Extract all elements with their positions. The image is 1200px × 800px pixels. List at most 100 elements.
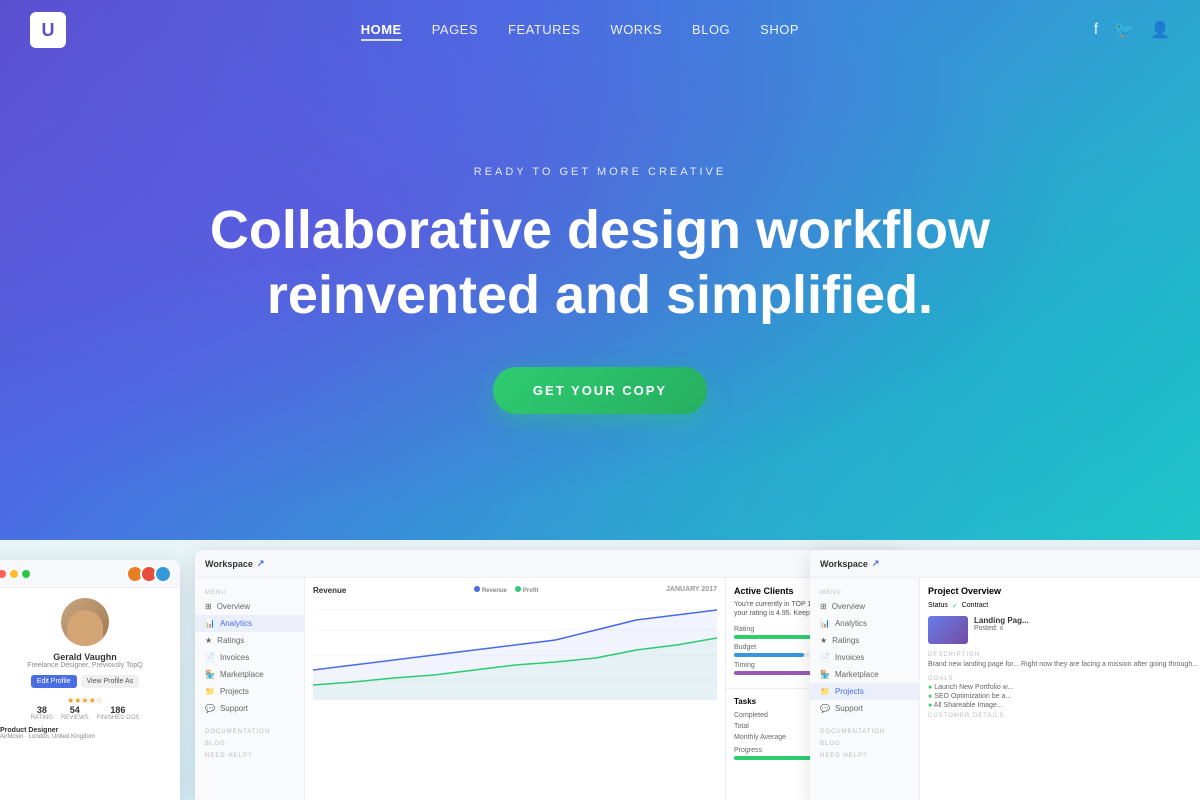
revenue-svg: [313, 600, 717, 700]
chart-title-text: Revenue: [313, 586, 346, 598]
nav-pages[interactable]: PAGES: [432, 22, 478, 37]
customer-details-label: CUSTOMER DETAILS: [928, 713, 1200, 719]
right-marketplace[interactable]: 🏪 Marketplace: [810, 666, 919, 683]
right-marketplace-label: Marketplace: [835, 670, 879, 679]
ws-ratings[interactable]: ★ Ratings: [195, 632, 304, 649]
project-overview-panel: Project Overview Status ✓ Contract Landi…: [920, 578, 1200, 800]
nav-shop[interactable]: SHOP: [760, 22, 799, 37]
ws-support[interactable]: 💬 Support: [195, 700, 304, 717]
profit-legend: Profit: [515, 586, 539, 594]
nav-social-icons: f 🐦 👤: [1094, 20, 1170, 40]
hero-title: Collaborative design workflow reinvented…: [210, 198, 990, 328]
help-section-label: NEED HELP?: [195, 749, 304, 761]
stat-finished: 186 FINISHED DOS: [97, 705, 140, 721]
description-label: DESCRIPTION: [928, 652, 1200, 658]
profile-title: Freelance Designer, Previously TopQ: [27, 662, 142, 669]
avatar: [61, 598, 109, 646]
analytics-icon: 📊: [205, 619, 215, 628]
overview-icon: ⊞: [205, 602, 212, 611]
chart-title: Revenue Revenue Profit JANUARY 2017: [313, 586, 717, 598]
stat-reviews: 54 REVIEWS: [61, 705, 89, 721]
right-menu-label: MENU: [810, 586, 919, 598]
right-workspace-title: Workspace: [820, 559, 868, 569]
nav-works[interactable]: WORKS: [610, 22, 662, 37]
hero-title-line1: Collaborative design workflow: [210, 200, 990, 260]
right-support-icon: 💬: [820, 704, 830, 713]
right-analytics[interactable]: 📊 Analytics: [810, 615, 919, 632]
analytics-header: Workspace ↗: [195, 550, 905, 578]
minimize-dot: [10, 570, 18, 578]
avatar-group: [130, 565, 172, 583]
right-projects[interactable]: 📁 Projects: [810, 683, 919, 700]
ws-overview-label: Overview: [217, 602, 250, 611]
ws-ratings-label: Ratings: [217, 636, 244, 645]
hero-eyebrow: READY TO GET MORE CREATIVE: [210, 166, 990, 178]
user-circle-icon[interactable]: 👤: [1150, 20, 1170, 40]
revenue-legend: Revenue: [474, 586, 507, 594]
analytics-header-title: Workspace: [205, 559, 253, 569]
right-support[interactable]: 💬 Support: [810, 700, 919, 717]
facebook-icon[interactable]: f: [1094, 21, 1098, 39]
mini-avatar-3: [154, 565, 172, 583]
hero-content: READY TO GET MORE CREATIVE Collaborative…: [210, 166, 990, 415]
ws-invoices[interactable]: 📄 Invoices: [195, 649, 304, 666]
ratings-icon: ★: [205, 636, 212, 645]
project-posted: Posted: x: [974, 625, 1003, 632]
ws-marketplace[interactable]: 🏪 Marketplace: [195, 666, 304, 683]
profile-stats: 38 RATING 54 REVIEWS 186 FINISHED DOS: [31, 705, 140, 721]
budget-bar-fill: [734, 653, 804, 657]
right-ratings[interactable]: ★ Ratings: [810, 632, 919, 649]
right-blog-label: BLOG: [810, 737, 919, 749]
goal-2: ● SEO Optimization be a...: [928, 693, 1200, 700]
ws-overview[interactable]: ⊞ Overview: [195, 598, 304, 615]
profile-card-header: [0, 560, 180, 588]
right-ratings-icon: ★: [820, 636, 827, 645]
right-ratings-label: Ratings: [832, 636, 859, 645]
project-status-row: Status ✓ Contract: [928, 602, 1200, 610]
twitter-icon[interactable]: 🐦: [1114, 20, 1134, 40]
right-workspace-header: Workspace ↗: [810, 550, 1200, 578]
dashboards-area: Gerald Vaughn Freelance Designer, Previo…: [0, 540, 1200, 800]
goal-1: ● Launch New Portfolio w...: [928, 684, 1200, 691]
ws-analytics-label: Analytics: [220, 619, 252, 628]
analytics-layout: MENU ⊞ Overview 📊 Analytics ★ Ratings 📄 …: [195, 578, 905, 800]
expand-dot: [22, 570, 30, 578]
right-marketplace-icon: 🏪: [820, 670, 830, 679]
project-info: Landing Pag... Posted: x: [974, 616, 1029, 644]
right-help-label: NEED HELP?: [810, 749, 919, 761]
revenue-chart-area: Revenue Revenue Profit JANUARY 2017: [305, 578, 725, 800]
right-overview-icon: ⊞: [820, 602, 827, 611]
profile-name: Gerald Vaughn: [53, 652, 117, 662]
invoices-icon: 📄: [205, 653, 215, 662]
stat-rating: 38 RATING: [31, 705, 53, 721]
view-profile-button[interactable]: View Profile As: [81, 675, 140, 688]
right-projects-icon: 📁: [820, 687, 830, 696]
right-analytics-label: Analytics: [835, 619, 867, 628]
ws-analytics[interactable]: 📊 Analytics: [195, 615, 304, 632]
chart-svg-container: [313, 600, 717, 700]
chart-legend: Revenue Profit: [474, 586, 539, 594]
description-text: Brand new landing page for... Right now …: [928, 660, 1200, 670]
project-item: Landing Pag... Posted: x: [928, 616, 1200, 644]
blog-section-label: BLOG: [195, 737, 304, 749]
right-overview[interactable]: ⊞ Overview: [810, 598, 919, 615]
nav-blog[interactable]: BLOG: [692, 22, 730, 37]
right-docs-label: DOCUMENTATION: [810, 725, 919, 737]
logo[interactable]: U: [30, 12, 66, 48]
rating-stars: ★★★★☆: [67, 696, 103, 705]
close-dot: [0, 570, 6, 578]
ws-projects[interactable]: 📁 Projects: [195, 683, 304, 700]
right-invoices-label: Invoices: [835, 653, 864, 662]
right-invoices[interactable]: 📄 Invoices: [810, 649, 919, 666]
right-trend-icon: ↗: [872, 558, 880, 569]
edit-profile-button[interactable]: Edit Profile: [31, 675, 77, 688]
ws-support-label: Support: [220, 704, 248, 713]
right-invoices-icon: 📄: [820, 653, 830, 662]
right-support-label: Support: [835, 704, 863, 713]
nav-home[interactable]: HOME: [361, 22, 402, 41]
marketplace-icon: 🏪: [205, 670, 215, 679]
profit-dot: [515, 586, 521, 592]
nav-features[interactable]: FEATURES: [508, 22, 580, 37]
goal-3: ● All Shareable Image...: [928, 702, 1200, 709]
cta-button[interactable]: GET YOUR COPY: [493, 367, 707, 414]
